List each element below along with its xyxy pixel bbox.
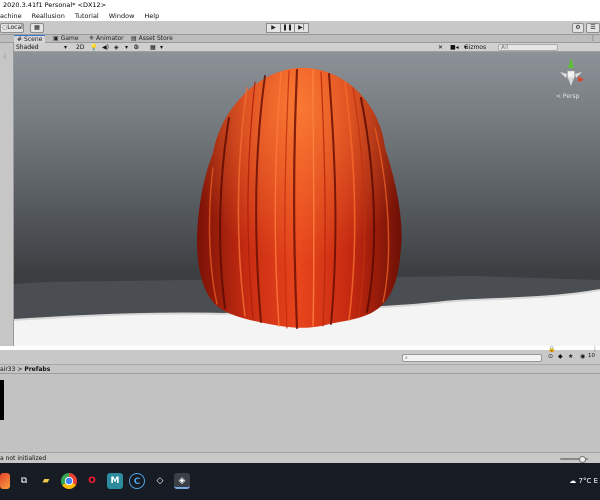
tab-scene[interactable]: # Scene <box>14 35 46 43</box>
label-icon[interactable]: ◆ <box>558 353 563 360</box>
effects-toggle-icon[interactable]: ◈ <box>114 43 119 52</box>
tab-asset-store-label: Asset Store <box>138 35 173 42</box>
task-view-icon[interactable]: ⧉ <box>16 473 32 489</box>
hierarchy-panel-edge: ⋮ <box>0 43 14 346</box>
tab-animator[interactable]: ⁜ Animator <box>86 35 127 43</box>
grid-icon: ▦ <box>34 24 40 31</box>
prefab-thumbnail[interactable] <box>0 380 4 420</box>
game-icon: ▣ <box>53 35 59 42</box>
lighting-toggle-icon[interactable]: 💡 <box>90 43 97 52</box>
panel-menu-icon[interactable]: ⋮ <box>592 346 598 353</box>
project-asset-grid[interactable] <box>0 374 600 452</box>
account-button[interactable]: ☰ <box>586 23 600 33</box>
shading-mode-label: Shaded <box>16 44 39 51</box>
window-title: 2020.3.41f1 Personal* <DX12> <box>3 1 107 9</box>
tab-animator-label: Animator <box>96 35 124 42</box>
tab-asset-store[interactable]: ▤ Asset Store <box>128 35 176 43</box>
neg-y-axis-cone[interactable] <box>568 78 574 86</box>
local-label: Local <box>7 24 23 31</box>
animator-icon: ⁜ <box>89 35 95 42</box>
status-bar: a not initialized <box>0 452 600 463</box>
chevron-down-icon: ▾ <box>64 44 68 51</box>
weather-temperature[interactable]: 7°C <box>578 477 591 485</box>
scene-view-toolbar: Shaded ▾ 2D 💡 ◀) ◈ ▾ ⊘ 0 ▦ ▾ ✕ ■◂ Gizmos … <box>14 43 600 52</box>
store-icon: ▤ <box>131 35 137 42</box>
tools-icon[interactable]: ✕ <box>438 43 443 52</box>
y-axis-cone[interactable] <box>568 58 574 68</box>
step-button[interactable]: ▶| <box>294 23 309 33</box>
project-search-input[interactable]: ⌕ <box>402 354 542 362</box>
chevron-down-icon: ▾ <box>125 44 129 51</box>
tab-menu-icon[interactable]: ⋮ <box>590 35 596 43</box>
menu-bar: achine Reallusion Tutorial Window Help <box>0 11 600 21</box>
scene-icon: # <box>17 36 23 43</box>
play-icon: ▶ <box>271 24 276 31</box>
search-icon: ⌕ <box>405 355 408 361</box>
status-message[interactable]: a not initialized <box>0 455 46 462</box>
gear-icon: ⚙ <box>575 24 581 31</box>
orientation-gizmo[interactable]: < Persp <box>554 56 588 100</box>
pause-button[interactable]: ❚❚ <box>280 23 295 33</box>
visibility-count: 10 <box>588 353 595 359</box>
unity-icon[interactable]: ◇ <box>152 473 168 489</box>
scene-search-input[interactable]: ⌕ All <box>498 44 558 51</box>
settings-button[interactable]: ⚙ <box>572 23 584 33</box>
tab-game[interactable]: ▣ Game <box>50 35 82 43</box>
weather-icon[interactable]: ☁ <box>569 477 576 485</box>
unity-hub-icon[interactable]: ◈ <box>174 473 190 489</box>
tray-letter[interactable]: E <box>594 477 598 485</box>
camera-icon[interactable]: ■◂ <box>450 43 459 52</box>
grid-snap-button[interactable]: ▦ <box>30 23 44 33</box>
windows-taskbar: ⧉ ▰ O M C ◇ ◈ ☁ 7°C E <box>0 463 600 500</box>
menu-item-window[interactable]: Window <box>104 12 140 20</box>
menu-item-machine[interactable]: achine <box>0 12 27 20</box>
window-title-bar: 2020.3.41f1 Personal* <DX12> <box>0 0 600 11</box>
scene-search-placeholder: All <box>501 44 509 51</box>
collab-icon: ☰ <box>590 24 596 31</box>
opera-icon[interactable]: O <box>84 473 100 489</box>
project-toolbar: ⌕ ⊙ ◆ ★ ◉ 10 🔒 ⋮ <box>0 346 600 365</box>
x-axis-cone[interactable] <box>560 72 567 78</box>
x-red-axis-cone[interactable] <box>578 76 584 82</box>
panel-menu-icon[interactable]: ⋮ <box>2 53 8 60</box>
tab-scene-label: Scene <box>24 36 43 43</box>
pause-icon: ❚❚ <box>282 24 293 31</box>
view-tab-bar: # Scene ▣ Game ⁜ Animator ▤ Asset Store ⋮ <box>0 35 600 43</box>
2d-label: 2D <box>76 44 85 51</box>
step-icon: ▶| <box>298 24 305 31</box>
scene-viewport[interactable]: < Persp <box>14 52 600 346</box>
mailbird-icon[interactable]: M <box>107 473 123 489</box>
gizmos-dropdown[interactable]: Gizmos ▾ <box>464 43 486 52</box>
system-tray: ☁ 7°C E <box>569 463 598 500</box>
projection-label[interactable]: < Persp <box>556 93 580 100</box>
thumbnail-size-slider[interactable] <box>560 456 588 463</box>
ccleaner-icon[interactable]: C <box>129 473 145 489</box>
play-controls: ▶ ❚❚ ▶| <box>266 23 309 33</box>
file-explorer-icon[interactable]: ▰ <box>38 473 54 489</box>
hair-model[interactable] <box>189 58 409 336</box>
menu-item-help[interactable]: Help <box>139 12 164 20</box>
gizmo-center-cube[interactable] <box>567 70 575 79</box>
breadcrumb-parent[interactable]: air33 <box>0 366 15 373</box>
menu-item-reallusion[interactable]: Reallusion <box>27 12 70 20</box>
favorite-icon[interactable]: ★ <box>568 353 573 360</box>
main-toolbar: ◌Local ▦ ▶ ❚❚ ▶| ⚙ ☰ <box>0 21 600 35</box>
lock-icon[interactable]: 🔒 <box>548 346 555 353</box>
chrome-icon[interactable] <box>61 473 77 489</box>
menu-item-tutorial[interactable]: Tutorial <box>70 12 104 20</box>
start-app-icon[interactable] <box>0 473 10 489</box>
camera-settings-icon[interactable]: ▦ <box>150 43 156 52</box>
breadcrumb-current[interactable]: Prefabs <box>24 366 50 373</box>
tab-game-label: Game <box>60 35 79 42</box>
play-button[interactable]: ▶ <box>266 23 281 33</box>
chevron-down-icon: ▾ <box>160 44 164 51</box>
pivot-local-button[interactable]: ◌Local <box>0 23 24 33</box>
eye-icon[interactable]: ◉ <box>580 353 585 360</box>
gizmos-label: Gizmos <box>464 44 487 51</box>
search-by-type-icon[interactable]: ⊙ <box>548 353 553 360</box>
breadcrumb: air33 > Prefabs <box>0 365 600 374</box>
hidden-count: 0 <box>134 44 138 51</box>
breadcrumb-separator: > <box>17 366 23 373</box>
audio-toggle-icon[interactable]: ◀) <box>102 43 109 52</box>
